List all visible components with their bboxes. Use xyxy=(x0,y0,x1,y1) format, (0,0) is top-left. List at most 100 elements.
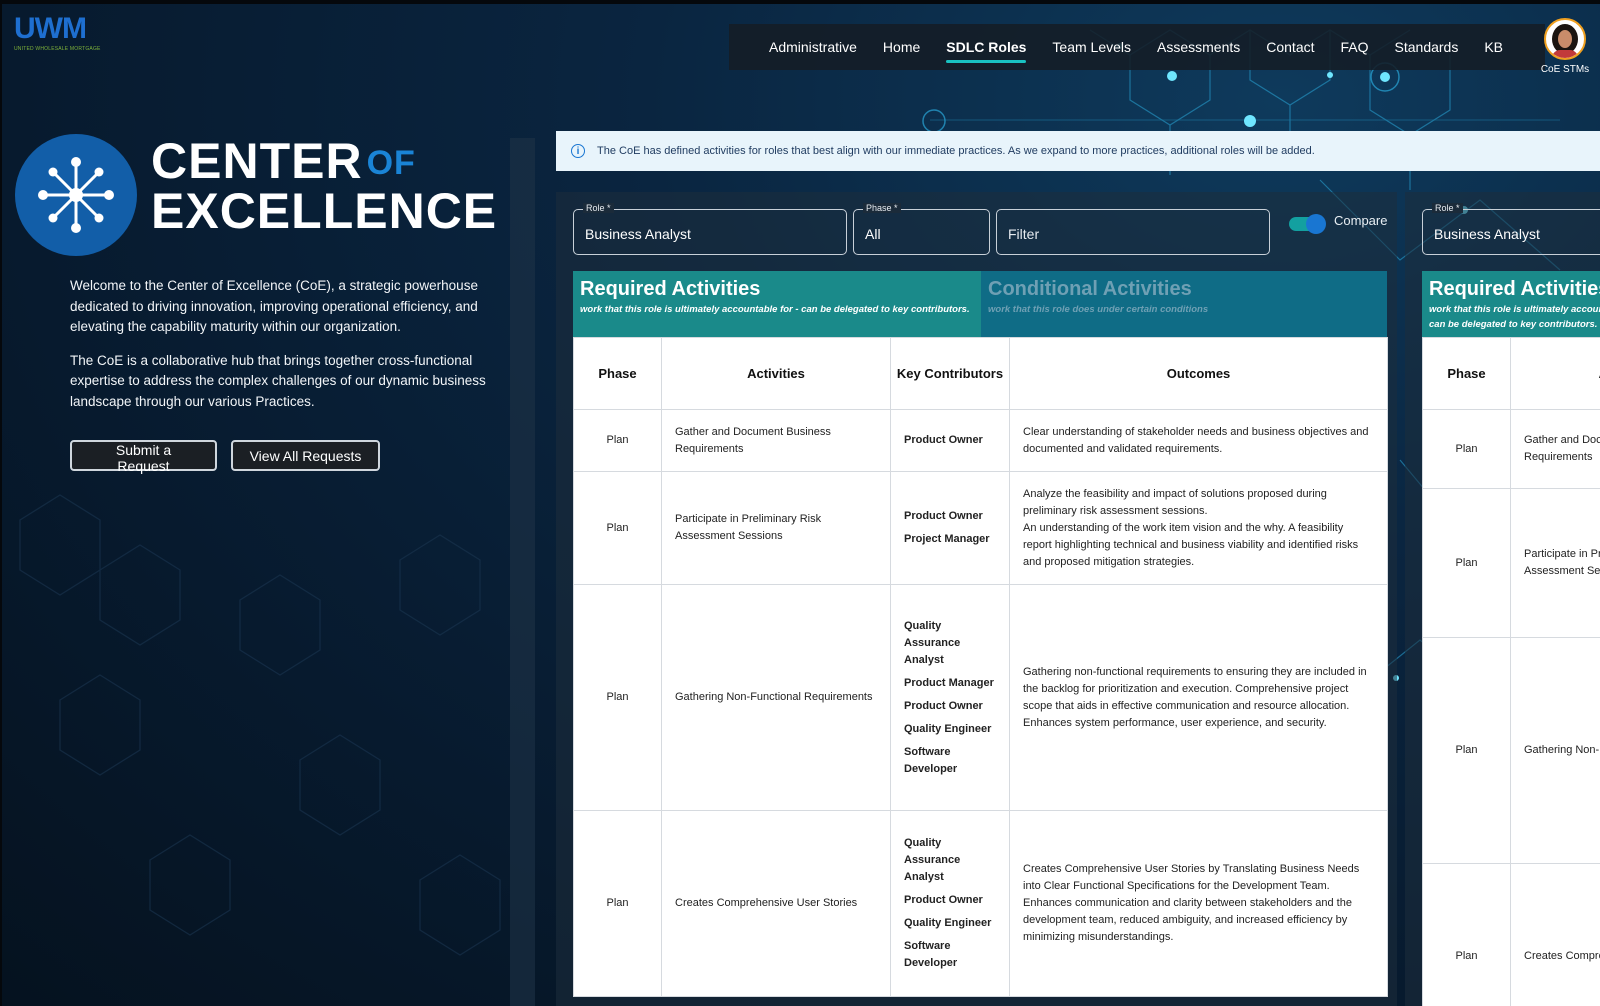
main-nav: Administrative Home SDLC Roles Team Leve… xyxy=(729,24,1545,70)
info-banner: i The CoE has defined activities for rol… xyxy=(556,131,1600,171)
compare-label: Compare xyxy=(1334,213,1388,228)
table-row[interactable]: Plan Gathering Non-Functional Requiremen… xyxy=(573,584,1388,811)
cell-phase: Plan xyxy=(1422,637,1511,864)
activities-table: Phase Activities Key Contributors Outcom… xyxy=(573,337,1388,997)
header-activities[interactable]: Activities xyxy=(1510,337,1600,410)
header-phase[interactable]: Phase xyxy=(573,337,662,410)
tab-required-subtitle: work that this role is ultimately accoun… xyxy=(580,304,970,315)
compare-role-value: Business Analyst xyxy=(1434,226,1540,242)
outcome-text: Analyze the feasibility and impact of so… xyxy=(1023,487,1327,517)
outcome-text: Gathering non-functional requirements to… xyxy=(1023,665,1367,729)
table-row[interactable]: Plan Creates Comprehensive User Stories … xyxy=(573,810,1388,997)
compare-tab-required-activities[interactable]: Required Activities work that this role … xyxy=(1422,271,1600,337)
hero-title-of: OF xyxy=(366,144,416,182)
tab-required-title: Required Activities xyxy=(580,278,761,300)
view-all-requests-button[interactable]: View All Requests xyxy=(231,440,380,471)
cell-outcomes: Creates Comprehensive User Stories by Tr… xyxy=(1009,810,1388,997)
header-outcomes[interactable]: Outcomes xyxy=(1009,337,1388,410)
header-key-contributors[interactable]: Key Contributors xyxy=(890,337,1010,410)
cell-activity: Gathering Non-Functional Requirements xyxy=(1510,637,1600,864)
coe-emblem-icon xyxy=(15,134,137,256)
cell-contributors: Quality Assurance Analyst Product Owner … xyxy=(890,810,1010,997)
compare-toggle-knob xyxy=(1306,214,1326,234)
table-row[interactable]: Plan Gathering Non-Functional Requiremen… xyxy=(1422,637,1600,864)
tab-conditional-title: Conditional Activities xyxy=(988,278,1192,300)
cell-activity: Participate in Preliminary Risk Assessme… xyxy=(1510,488,1600,638)
nav-team-levels[interactable]: Team Levels xyxy=(1039,39,1144,55)
logo-tagline: UNITED WHOLESALE MORTGAGE xyxy=(14,46,101,52)
contributor: Software Developer xyxy=(904,745,958,775)
avatar[interactable] xyxy=(1544,18,1586,60)
window-left-edge xyxy=(0,0,2,1006)
logo-wordmark: UWM xyxy=(14,12,87,45)
uwm-logo[interactable]: UWM UNITED WHOLESALE MORTGAGE xyxy=(14,12,101,53)
tab-conditional-activities[interactable]: Conditional Activities work that this ro… xyxy=(981,271,1387,337)
compare-role-label: Role * xyxy=(1432,203,1463,213)
table-row[interactable]: Plan Creates Comprehensive User Stories xyxy=(1422,863,1600,1006)
filter-placeholder: Filter xyxy=(1008,226,1040,242)
submit-request-button[interactable]: Submit a Request xyxy=(70,440,217,474)
table-row[interactable]: Plan Participate in Preliminary Risk Ass… xyxy=(573,471,1388,585)
phase-select-value: All xyxy=(865,226,881,242)
header-activities[interactable]: Activities xyxy=(661,337,891,410)
contributor: Product Owner xyxy=(904,894,983,906)
role-select[interactable]: Role * Business Analyst xyxy=(573,203,847,255)
nav-administrative[interactable]: Administrative xyxy=(729,39,870,55)
cell-contributors: Product Owner Project Manager xyxy=(890,471,1010,585)
filter-input[interactable]: Filter xyxy=(996,209,1270,255)
outcome-text: An understanding of the work item vision… xyxy=(1023,521,1359,568)
outcome-text: Creates Comprehensive User Stories by Tr… xyxy=(1023,863,1360,892)
table-row[interactable]: Plan Participate in Preliminary Risk Ass… xyxy=(1422,488,1600,638)
cell-activity: Gathering Non-Functional Requirements xyxy=(661,584,891,811)
info-icon: i xyxy=(571,144,585,158)
profile-name: CoE STMs xyxy=(1540,64,1590,75)
contributor: Product Manager xyxy=(904,676,994,689)
cell-phase: Plan xyxy=(1422,488,1511,638)
nav-kb[interactable]: KB xyxy=(1471,39,1516,55)
header-phase[interactable]: Phase xyxy=(1422,337,1511,410)
tab-required-activities[interactable]: Required Activities work that this role … xyxy=(573,271,981,337)
cell-outcomes: Analyze the feasibility and impact of so… xyxy=(1009,471,1388,585)
table-row[interactable]: Plan Gather and Document Business Requir… xyxy=(573,409,1388,472)
cell-activity: Gather and Document Business Requirement… xyxy=(1510,409,1600,489)
nav-assessments[interactable]: Assessments xyxy=(1144,39,1253,55)
window-top-edge xyxy=(0,0,1600,4)
contributor: Quality Engineer xyxy=(904,917,992,929)
nav-contact[interactable]: Contact xyxy=(1253,39,1327,55)
compare-activities-table: Phase Activities Plan Gather and Documen… xyxy=(1422,337,1600,1006)
compare-toggle[interactable] xyxy=(1289,214,1326,234)
cell-activity: Gather and Document Business Requirement… xyxy=(661,409,891,472)
nav-sdlc-roles[interactable]: SDLC Roles xyxy=(933,39,1039,63)
contributor: Product Owner xyxy=(904,510,983,522)
cell-outcomes: Gathering non-functional requirements to… xyxy=(1009,584,1388,811)
tab-conditional-subtitle: work that this role does under certain c… xyxy=(988,304,1209,315)
role-select-value: Business Analyst xyxy=(585,226,691,242)
hero-title-line2: EXCELLENCE xyxy=(151,183,498,239)
intro-paragraph-2: The CoE is a collaborative hub that brin… xyxy=(70,352,486,409)
table-header-row: Phase Activities xyxy=(1422,337,1600,410)
info-banner-text: The CoE has defined activities for roles… xyxy=(597,145,1315,157)
user-profile[interactable]: CoE STMs xyxy=(1530,18,1600,75)
cell-phase: Plan xyxy=(573,810,662,997)
cell-outcomes: Clear understanding of stakeholder needs… xyxy=(1009,409,1388,472)
table-row[interactable]: Plan Gather and Document Business Requir… xyxy=(1422,409,1600,489)
hero-intro: Welcome to the Center of Excellence (CoE… xyxy=(70,276,512,425)
cell-phase: Plan xyxy=(1422,863,1511,1006)
cell-activity: Participate in Preliminary Risk Assessme… xyxy=(661,471,891,585)
compare-role-select[interactable]: Role * Business Analyst xyxy=(1422,203,1600,255)
contributor: Product Owner xyxy=(904,434,983,446)
contributor: Software Developer xyxy=(904,940,958,969)
table-header-row: Phase Activities Key Contributors Outcom… xyxy=(573,337,1388,410)
cell-contributors: Quality Assurance Analyst Product Manage… xyxy=(890,584,1010,811)
cell-phase: Plan xyxy=(573,584,662,811)
nav-standards[interactable]: Standards xyxy=(1382,39,1472,55)
compare-tab-required-subtitle: work that this role is ultimately accoun… xyxy=(1429,304,1600,330)
cell-phase: Plan xyxy=(573,409,662,472)
nav-home[interactable]: Home xyxy=(870,39,933,55)
phase-select[interactable]: Phase * All xyxy=(853,203,990,255)
nav-faq[interactable]: FAQ xyxy=(1328,39,1382,55)
contributor: Product Owner xyxy=(904,699,983,712)
phase-select-label: Phase * xyxy=(863,203,901,213)
contributor: Quality Assurance Analyst xyxy=(904,837,961,883)
cell-activity: Creates Comprehensive User Stories xyxy=(1510,863,1600,1006)
